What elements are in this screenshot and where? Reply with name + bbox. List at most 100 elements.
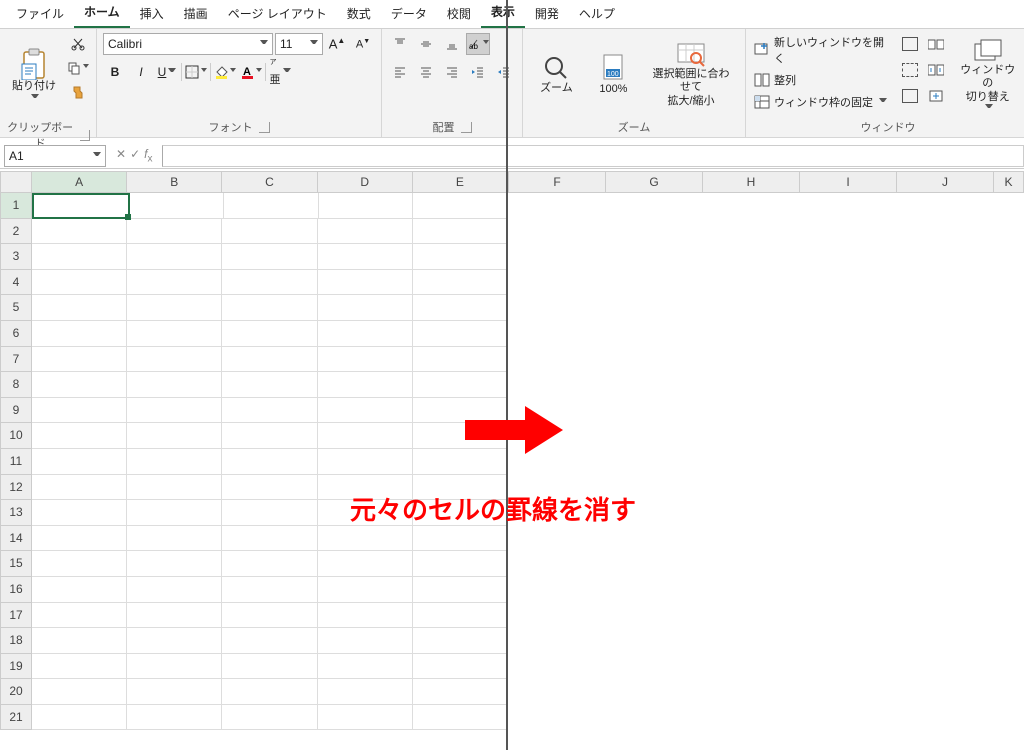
cell[interactable]	[32, 295, 127, 321]
menu-home[interactable]: ホーム	[74, 0, 130, 28]
cell[interactable]	[413, 321, 508, 347]
cell[interactable]	[127, 219, 222, 245]
cell[interactable]	[605, 270, 702, 296]
cell[interactable]	[32, 603, 127, 629]
font-size-combo[interactable]: 11	[275, 33, 323, 55]
row-header[interactable]: 9	[0, 398, 32, 424]
cell[interactable]	[413, 628, 508, 654]
cell[interactable]	[508, 372, 605, 398]
cell[interactable]	[222, 423, 317, 449]
cell[interactable]	[318, 423, 413, 449]
col-header[interactable]: B	[127, 171, 222, 193]
cell[interactable]	[800, 372, 897, 398]
col-header[interactable]: J	[897, 171, 994, 193]
cell[interactable]	[800, 244, 897, 270]
cell[interactable]	[318, 270, 413, 296]
cell[interactable]	[702, 219, 799, 245]
cell[interactable]	[508, 679, 605, 705]
align-right-button[interactable]	[440, 61, 464, 83]
row-header[interactable]: 2	[0, 219, 32, 245]
row-header[interactable]: 4	[0, 270, 32, 296]
cell[interactable]	[800, 628, 897, 654]
cell[interactable]	[127, 321, 222, 347]
col-header[interactable]: G	[606, 171, 703, 193]
cell[interactable]	[318, 577, 413, 603]
cell[interactable]	[318, 628, 413, 654]
cell[interactable]	[127, 423, 222, 449]
cell[interactable]	[318, 449, 413, 475]
cell[interactable]	[605, 193, 702, 219]
cell[interactable]	[800, 679, 897, 705]
cell[interactable]	[318, 705, 413, 731]
cell[interactable]	[702, 193, 799, 219]
cell[interactable]	[32, 551, 127, 577]
cell[interactable]	[702, 679, 799, 705]
cell[interactable]	[800, 654, 897, 680]
cell[interactable]	[994, 321, 1024, 347]
cell[interactable]	[508, 705, 605, 731]
cell[interactable]	[222, 679, 317, 705]
cell[interactable]	[413, 679, 508, 705]
cell[interactable]	[702, 423, 799, 449]
menu-review[interactable]: 校閲	[437, 1, 481, 28]
cell[interactable]	[605, 219, 702, 245]
cell[interactable]	[508, 219, 605, 245]
decrease-font-button[interactable]: A▼	[351, 33, 375, 55]
cell[interactable]	[702, 244, 799, 270]
cell[interactable]	[897, 347, 994, 373]
cell[interactable]	[222, 449, 317, 475]
cell[interactable]	[994, 705, 1024, 731]
cell[interactable]	[994, 500, 1024, 526]
cell[interactable]	[605, 577, 702, 603]
cell[interactable]	[413, 244, 508, 270]
align-bottom-button[interactable]	[440, 33, 464, 55]
col-header[interactable]: I	[800, 171, 897, 193]
cell[interactable]	[702, 603, 799, 629]
row-header[interactable]: 10	[0, 423, 32, 449]
cell[interactable]	[127, 449, 222, 475]
row-header[interactable]: 13	[0, 500, 32, 526]
cell[interactable]	[702, 705, 799, 731]
menu-data[interactable]: データ	[381, 1, 437, 28]
cell[interactable]	[800, 193, 897, 219]
cell[interactable]	[32, 449, 127, 475]
cell[interactable]	[127, 603, 222, 629]
cell[interactable]	[702, 475, 799, 501]
cell[interactable]	[605, 679, 702, 705]
fill-color-button[interactable]	[213, 61, 237, 83]
cell[interactable]	[127, 270, 222, 296]
cell[interactable]	[32, 321, 127, 347]
cell[interactable]	[32, 347, 127, 373]
copy-button[interactable]	[66, 57, 90, 79]
formula-input[interactable]	[162, 145, 1024, 167]
cell[interactable]	[413, 577, 508, 603]
cell[interactable]	[318, 321, 413, 347]
cell[interactable]	[222, 526, 317, 552]
cell[interactable]	[508, 321, 605, 347]
cell[interactable]	[222, 628, 317, 654]
cell[interactable]	[800, 603, 897, 629]
cell[interactable]	[508, 270, 605, 296]
cell[interactable]	[702, 551, 799, 577]
cell[interactable]	[127, 475, 222, 501]
font-color-button[interactable]: A	[239, 61, 263, 83]
freeze-panes-button[interactable]: ウィンドウ枠の固定	[752, 93, 894, 111]
col-header[interactable]: E	[413, 171, 508, 193]
cell[interactable]	[318, 679, 413, 705]
cell[interactable]	[800, 500, 897, 526]
cell[interactable]	[508, 551, 605, 577]
dialog-launcher-icon[interactable]	[461, 122, 472, 133]
cell[interactable]	[127, 705, 222, 731]
hide-button[interactable]	[898, 59, 922, 81]
cell[interactable]	[127, 526, 222, 552]
cell[interactable]	[222, 475, 317, 501]
cell[interactable]	[32, 577, 127, 603]
phonetic-button[interactable]: ア亜	[268, 61, 292, 83]
cell[interactable]	[32, 219, 127, 245]
cell[interactable]	[800, 705, 897, 731]
zoom-button[interactable]: ズーム	[529, 33, 584, 117]
cell[interactable]	[897, 372, 994, 398]
name-box[interactable]: A1	[4, 145, 106, 167]
cell[interactable]	[605, 347, 702, 373]
cell[interactable]	[222, 577, 317, 603]
